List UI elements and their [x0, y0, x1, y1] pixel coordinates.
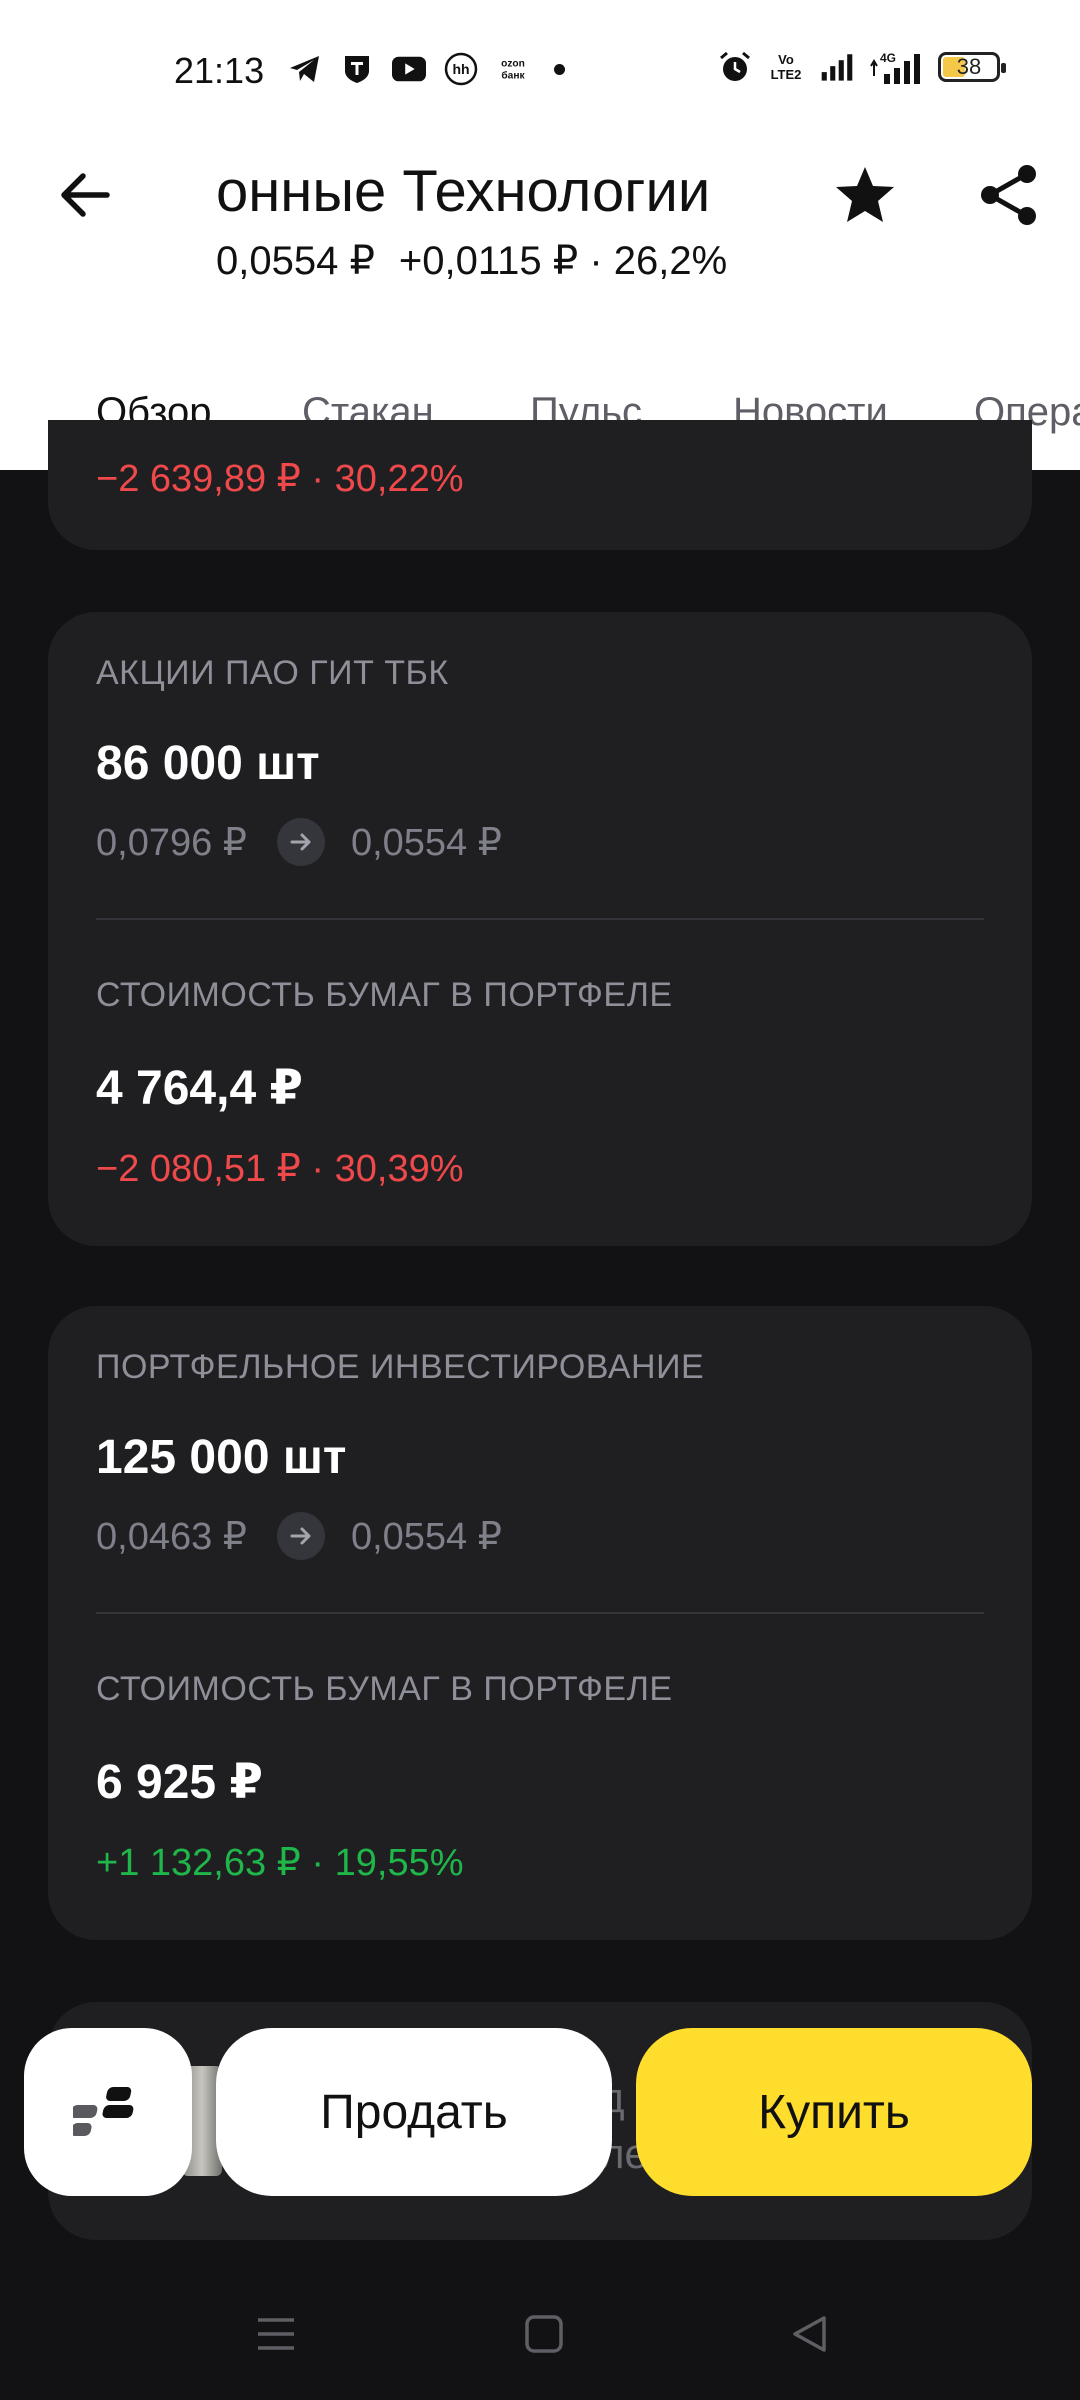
menu-nav-button[interactable] [246, 2304, 306, 2364]
value-delta: −2 080,51 ₽ · 30,39% [96, 1148, 464, 1190]
favorite-button[interactable] [830, 160, 900, 230]
app-logo-icon [73, 2087, 134, 2136]
portfolio-card-previous: −2 639,89 ₽ · 30,22% [48, 420, 1032, 550]
signal-icon [820, 50, 854, 84]
average-buy-price: 0,0796 ₽ [96, 821, 247, 864]
svg-text:4G: 4G [880, 51, 896, 65]
svg-text:ozon: ozon [501, 58, 525, 69]
portfolio-title: АКЦИИ ПАО ГИТ ТБК [96, 654, 449, 692]
divider [96, 1612, 984, 1614]
share-icon [981, 165, 1036, 225]
portfolio-title: ПОРТФЕЛЬНОЕ ИНВЕСТИРОВАНИЕ [96, 1348, 705, 1386]
value-delta: +1 132,63 ₽ · 19,55% [96, 1842, 464, 1884]
portfolio-value: 4 764,4 ₽ [96, 1062, 303, 1115]
price-change: +0,0115 ₽ · 26,2% [398, 239, 728, 283]
portfolio-card[interactable]: АКЦИИ ПАО ГИТ ТБК 86 000 шт 0,0796 ₽ 0,0… [48, 612, 1032, 1246]
home-square-icon [525, 2315, 563, 2353]
status-bar: 21:13 hh ozon банк Vo LTE2 4G 38 [0, 0, 1080, 140]
arrow-left-icon [61, 173, 110, 217]
value-label: СТОИМОСТЬ БУМАГ В ПОРТФЕЛЕ [96, 976, 673, 1014]
buy-button[interactable]: Купить [636, 2028, 1032, 2196]
menu-icon [258, 2318, 294, 2350]
youtube-icon [392, 52, 426, 86]
sell-button[interactable]: Продать [216, 2028, 612, 2196]
signal-4g-icon: 4G [868, 50, 924, 84]
status-time: 21:13 [174, 50, 265, 91]
quantity: 86 000 шт [96, 737, 320, 790]
average-buy-price: 0,0463 ₽ [96, 1515, 247, 1558]
value-label: СТОИМОСТЬ БУМАГ В ПОРТФЕЛЕ [96, 1670, 673, 1708]
star-icon [836, 167, 894, 222]
ozon-bank-icon: ozon банк [496, 52, 530, 86]
home-nav-button[interactable] [514, 2304, 574, 2364]
system-nav-bar [0, 2260, 1080, 2400]
system-icons: Vo LTE2 4G 38 [718, 50, 1006, 84]
back-button[interactable] [52, 162, 118, 228]
hh-icon: hh [444, 52, 478, 86]
back-triangle-icon [793, 2316, 826, 2352]
more-notifications-dot [554, 63, 565, 75]
svg-text:hh: hh [452, 61, 469, 77]
alarm-icon [718, 50, 752, 84]
telegram-icon [288, 52, 322, 86]
page-title: онные Технологии [216, 159, 711, 224]
price-range: 0,0796 ₽ 0,0554 ₽ [96, 818, 502, 866]
divider [96, 918, 984, 920]
volte-icon: Vo LTE2 [766, 50, 806, 84]
price-line: 0,0554 ₽ +0,0115 ₽ · 26,2% [216, 238, 727, 284]
svg-text:LTE2: LTE2 [771, 67, 802, 82]
notification-icons: hh ozon банк [288, 52, 565, 86]
tinkoff-icon [340, 52, 374, 86]
quantity: 125 000 шт [96, 1431, 347, 1484]
current-price: 0,0554 ₽ [350, 1515, 502, 1558]
share-button[interactable] [972, 158, 1046, 232]
assistant-button[interactable] [24, 2028, 192, 2196]
battery-icon: 38 [938, 52, 1006, 82]
svg-text:Vo: Vo [778, 52, 794, 67]
back-nav-button[interactable] [780, 2304, 840, 2364]
portfolio-card[interactable]: ПОРТФЕЛЬНОЕ ИНВЕСТИРОВАНИЕ 125 000 шт 0,… [48, 1306, 1032, 1940]
price-range: 0,0463 ₽ 0,0554 ₽ [96, 1512, 502, 1560]
current-price: 0,0554 ₽ [350, 821, 502, 864]
current-price: 0,0554 ₽ [216, 239, 375, 283]
arrow-right-icon [276, 1512, 325, 1560]
portfolio-value: 6 925 ₽ [96, 1756, 263, 1809]
value-delta: −2 639,89 ₽ · 30,22% [96, 458, 464, 500]
arrow-right-icon [276, 818, 325, 866]
svg-text:банк: банк [501, 69, 525, 81]
